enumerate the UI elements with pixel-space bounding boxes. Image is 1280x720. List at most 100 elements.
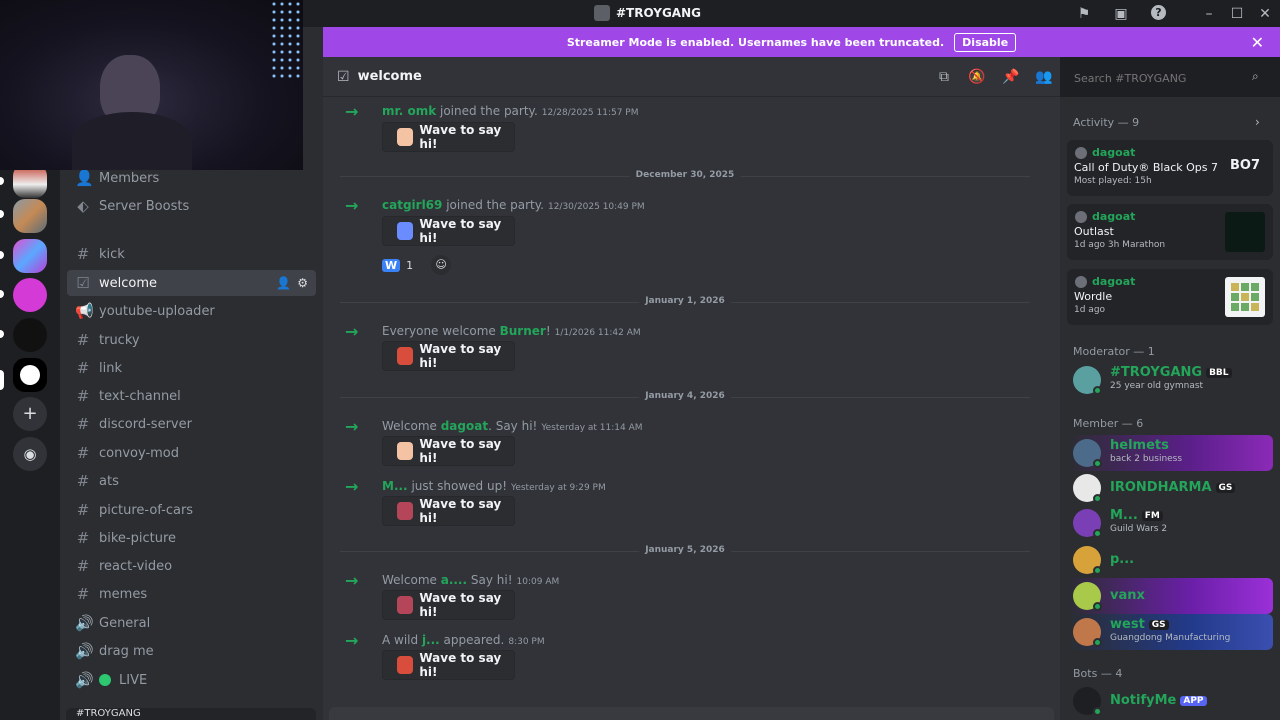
rules-icon: ☑ [76, 274, 90, 292]
username-link[interactable]: j... [422, 633, 440, 647]
channel-settings-icon[interactable]: ⚙ [297, 276, 308, 290]
status-online-dot [1093, 494, 1102, 503]
username-link[interactable]: M... [382, 479, 408, 493]
member-tag: APP [1180, 695, 1207, 706]
reaction-pill[interactable]: W 1 ☺ [382, 255, 452, 275]
unread-pill [0, 251, 4, 259]
user-avatar [1075, 275, 1087, 288]
username-link[interactable]: catgirl69 [382, 198, 442, 212]
chevron-right-icon[interactable]: › [1255, 115, 1260, 129]
invite-icon[interactable]: 👤 [276, 276, 291, 290]
activity-card[interactable]: dagoat Call of Duty® Black Ops 7 Most play… [1067, 140, 1273, 196]
unread-pill [0, 210, 4, 218]
threads-icon[interactable]: ⧉ [935, 69, 953, 87]
minimize-button[interactable]: – [1200, 5, 1218, 23]
channel-general[interactable]: 🔊 General [67, 610, 316, 636]
wave-button[interactable]: Wave to say hi! [382, 496, 515, 526]
username-link[interactable]: Burner [500, 324, 546, 338]
channel-youtube-uploader[interactable]: 📢 youtube-uploader [67, 298, 316, 324]
server-icon-troygang[interactable] [13, 358, 47, 392]
server-icon-5[interactable] [13, 318, 47, 352]
channel-ats[interactable]: # ats [67, 468, 316, 494]
member-row[interactable]: M... FM Guild Wars 2 [1067, 505, 1273, 541]
inbox-flag-icon[interactable]: ⚑ [1075, 5, 1093, 23]
username-link[interactable]: dagoat [441, 419, 488, 433]
wave-button[interactable]: Wave to say hi! [382, 216, 515, 246]
member-name-row: vanx [1110, 588, 1145, 603]
channel-link[interactable]: # link [67, 355, 316, 381]
message-composer[interactable] [329, 707, 1054, 720]
disable-streamer-mode-button[interactable]: Disable [954, 32, 1017, 52]
username-link[interactable]: mr. omk [382, 104, 436, 118]
activity-meta: Most played: 15h [1074, 176, 1152, 186]
live-indicator-icon [99, 674, 111, 686]
channel-server-boosts[interactable]: ⬖ Server Boosts [67, 193, 316, 219]
wave-button[interactable]: Wave to say hi! [382, 436, 515, 466]
date-divider: January 1, 2026 [340, 296, 1030, 306]
channel-text-channel[interactable]: # text-channel [67, 383, 316, 409]
channel-kick[interactable]: # kick [67, 241, 316, 267]
help-icon[interactable]: ? [1151, 5, 1166, 20]
close-window-button[interactable]: ✕ [1256, 5, 1274, 23]
member-row[interactable]: IRONDHARMA GS [1067, 470, 1273, 506]
wave-button[interactable]: Wave to say hi! [382, 650, 515, 680]
channel-react-video[interactable]: # react-video [67, 553, 316, 579]
activity-card[interactable]: dagoat Outlast 1d ago 3h Marathon [1067, 204, 1273, 260]
sticker-icon [397, 128, 414, 146]
channel-name: welcome [357, 69, 422, 84]
channel-trucky[interactable]: # trucky [67, 327, 316, 353]
close-banner-icon[interactable]: ✕ [1251, 33, 1264, 52]
pinned-icon[interactable]: 📌 [1002, 69, 1020, 87]
sticker-icon [397, 347, 414, 365]
channel-label: react-video [99, 558, 173, 574]
member-name: west [1110, 617, 1145, 632]
wave-button[interactable]: Wave to say hi! [382, 590, 515, 620]
search-input[interactable] [1068, 66, 1270, 90]
member-row[interactable]: vanx [1067, 578, 1273, 614]
member-row[interactable]: helmets back 2 business [1067, 435, 1273, 471]
member-row[interactable]: p... [1067, 542, 1273, 578]
wave-button[interactable]: Wave to say hi! [382, 122, 515, 152]
status-online-dot [1093, 386, 1102, 395]
add-reaction-icon[interactable]: ☺ [431, 255, 452, 275]
username-link[interactable]: a.... [441, 573, 467, 587]
timestamp: Yesterday at 11:14 AM [541, 423, 643, 433]
chat-area: ☑ welcome ⧉ 🔕 📌 👥 [323, 57, 1060, 720]
channel-drag-me[interactable]: 🔊 drag me [67, 638, 316, 664]
channel-discord-server[interactable]: # discord-server [67, 411, 316, 437]
wordle-cell [1251, 283, 1259, 291]
member-list-icon[interactable]: 👥 [1035, 69, 1053, 87]
member-name-row: #TROYGANG BBL [1110, 365, 1232, 380]
member-name-row: p... [1110, 552, 1134, 567]
window-title-text: #TROYGANG [616, 6, 701, 20]
activity-card[interactable]: dagoat Wordle 1d ago [1067, 269, 1273, 325]
explore-compass-icon[interactable]: ◉ [13, 437, 47, 471]
channel-live[interactable]: 🔊 LIVE [67, 667, 316, 693]
member-row[interactable]: NotifyMe APP [1067, 683, 1273, 719]
member-row[interactable]: west GS Guangdong Manufacturing [1067, 614, 1273, 650]
channel-tools: 👤 ⚙ [276, 276, 308, 290]
message-text: ! [545, 324, 551, 338]
notification-mute-icon[interactable]: 🔕 [968, 69, 986, 87]
status-online-dot [1093, 566, 1102, 575]
string-lights [270, 0, 303, 80]
channel-picture-of-cars[interactable]: # picture-of-cars [67, 497, 316, 523]
server-icon-2[interactable] [13, 199, 47, 233]
system-message: Welcome a.... Say hi! 10:09 AM [382, 573, 559, 587]
server-icon-4[interactable] [13, 278, 47, 312]
member-name: #TROYGANG [1110, 365, 1203, 380]
activity-username: dagoat [1092, 210, 1136, 223]
channel-memes[interactable]: # memes [67, 581, 316, 607]
wave-button[interactable]: Wave to say hi! [382, 341, 515, 371]
date-divider: December 30, 2025 [340, 170, 1030, 180]
channel-welcome[interactable]: ☑ welcome 👤 ⚙ [67, 270, 316, 296]
date-label: December 30, 2025 [629, 170, 741, 180]
server-icon-3[interactable] [13, 239, 47, 273]
add-server-icon[interactable]: + [13, 397, 47, 431]
status-online-dot [1093, 707, 1102, 716]
maximize-button[interactable]: ☐ [1228, 5, 1246, 23]
member-row[interactable]: #TROYGANG BBL 25 year old gymnast [1067, 362, 1273, 398]
channel-convoy-mod[interactable]: # convoy-mod [67, 440, 316, 466]
channel-bike-picture[interactable]: # bike-picture [67, 525, 316, 551]
screen-share-icon[interactable]: ▣ [1112, 5, 1130, 23]
